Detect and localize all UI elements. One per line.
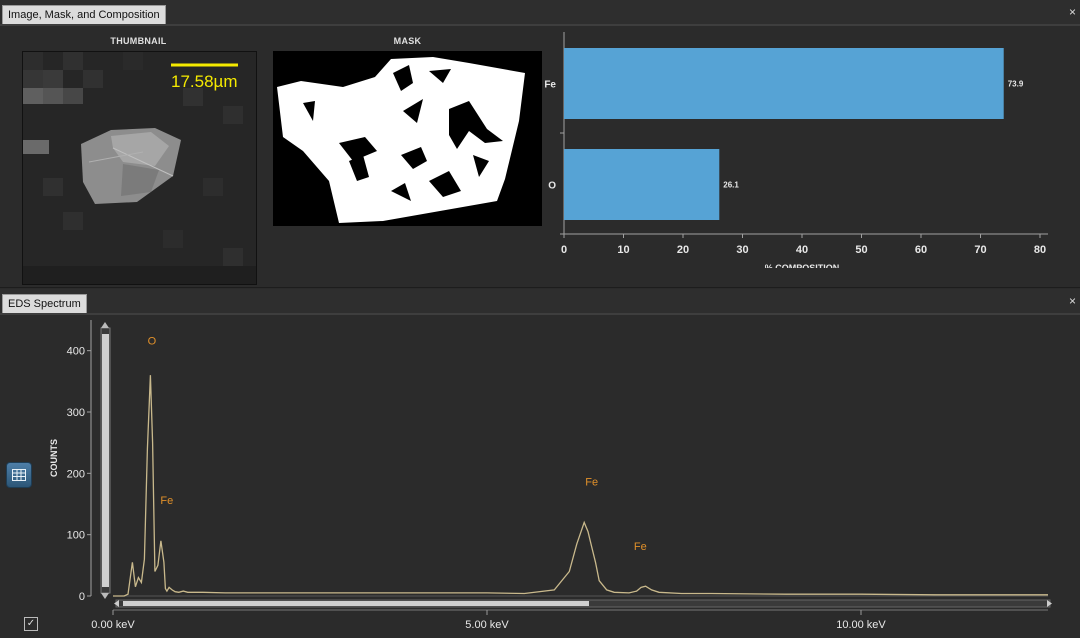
x-tick-label: 0 [561, 244, 567, 256]
slider-up-arrow [101, 322, 109, 328]
x-tick-label: 20 [677, 244, 689, 256]
mask-image [273, 51, 542, 226]
vertical-range-slider [102, 334, 109, 587]
slider-down-arrow [101, 593, 109, 599]
composition-bar-chart: Fe 73.9 O 26.1 0 10 20 30 40 50 60 70 80 % COMPOSITIO… [544, 32, 1048, 268]
eds-tabbar: EDS Spectrum × [0, 289, 1080, 315]
data-label: 73.9 [1008, 80, 1024, 89]
x-tick-label: 60 [915, 244, 927, 256]
horizontal-range-slider [123, 601, 589, 606]
peak-label: Fe [585, 477, 598, 489]
peak-label: Fe [160, 495, 173, 507]
x-tick-label: 10.00 keV [836, 619, 886, 631]
y-tick-label: 0 [79, 591, 85, 603]
close-icon[interactable]: × [1069, 294, 1076, 308]
spectrum-line [113, 375, 1048, 597]
y-tick-label: 300 [67, 407, 85, 419]
y-tick-label: 200 [67, 468, 85, 480]
tab-eds-spectrum[interactable]: EDS Spectrum [2, 294, 87, 313]
x-tick-label: 40 [796, 244, 808, 256]
peak-label: Fe [634, 541, 647, 553]
data-label: 26.1 [723, 181, 739, 190]
y-tick-label: 400 [67, 346, 85, 358]
mask-graphic [273, 51, 542, 226]
eds-spectrum-chart: 0 100 200 300 400 COUNTS O Fe Fe Fe 0.00 keV 5.00 k… [49, 320, 1052, 631]
x-tick-label: 5.00 keV [465, 619, 509, 631]
category-label: Fe [544, 80, 556, 91]
thumbnail-image: 17.58µm [22, 51, 257, 285]
peak-label: O [148, 336, 157, 348]
x-tick-label: 70 [974, 244, 986, 256]
mask-label: MASK [393, 36, 422, 46]
bar [564, 149, 720, 220]
scale-bar-label: 17.58µm [171, 72, 238, 91]
x-tick-label: 50 [855, 244, 867, 256]
category-label: O [548, 181, 556, 192]
composition-panel: Image, Mask, and Composition × THUMBNAIL… [0, 0, 1080, 288]
composition-tabbar: Image, Mask, and Composition × [0, 0, 1080, 26]
x-tick-label: 10 [617, 244, 629, 256]
close-icon[interactable]: × [1069, 5, 1076, 19]
thumbnail-label: THUMBNAIL [110, 36, 167, 46]
x-axis-label: % COMPOSITION [765, 263, 840, 268]
tab-image-mask-composition[interactable]: Image, Mask, and Composition [2, 5, 166, 24]
x-tick-label: 30 [736, 244, 748, 256]
bar [564, 48, 1004, 119]
y-tick-label: 100 [67, 530, 85, 542]
x-tick-label: 0.00 keV [91, 619, 135, 631]
y-axis-label: COUNTS [49, 439, 59, 477]
x-tick-label: 80 [1034, 244, 1046, 256]
